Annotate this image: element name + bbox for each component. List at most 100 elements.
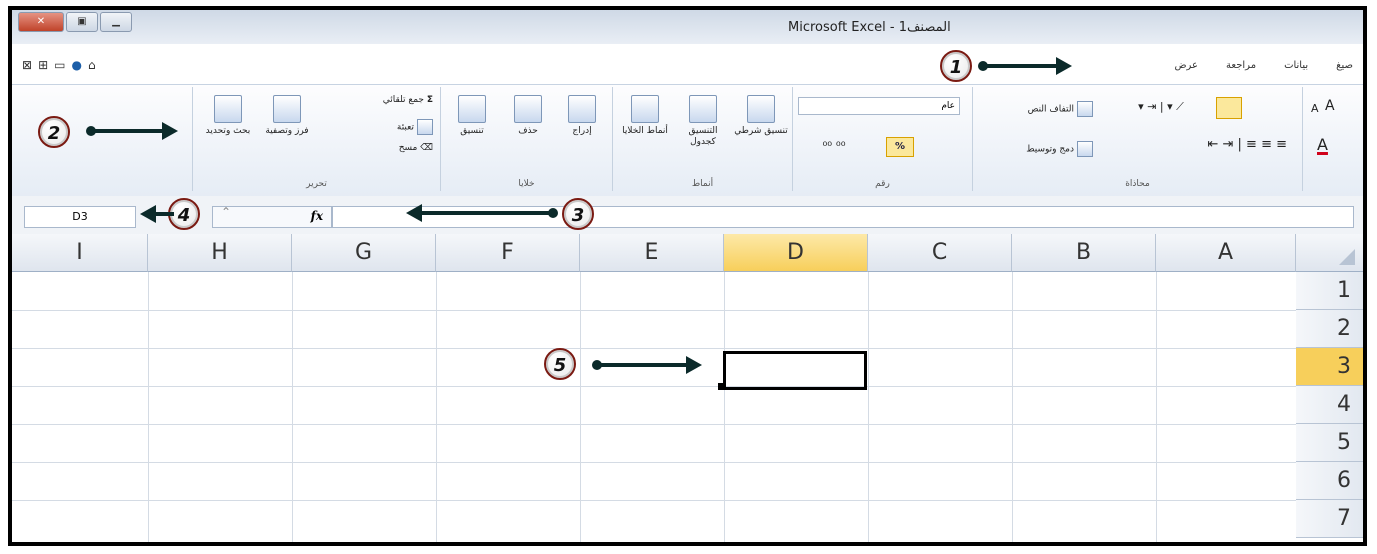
tab-formulas[interactable]: صيغ (1336, 60, 1353, 71)
grid-line (12, 424, 1296, 425)
callout-3: 3 (562, 198, 594, 230)
wrap-text-icon (1077, 101, 1093, 117)
qat-icon-2[interactable]: ⊞ (38, 58, 48, 72)
formula-input[interactable] (332, 206, 1354, 228)
sigma-icon: Σ (426, 95, 433, 105)
column-header-F[interactable]: F (436, 234, 580, 272)
insert-function-button[interactable]: fx (311, 209, 323, 223)
row-header-5[interactable]: 5 (1296, 424, 1363, 462)
qat-icon-1[interactable]: ⊠ (22, 58, 32, 72)
orientation-buttons[interactable]: ▾ ⇥ | ▾ ⟋ (1111, 101, 1211, 112)
column-header-G[interactable]: G (292, 234, 436, 272)
row-header-6[interactable]: 6 (1296, 462, 1363, 500)
find-select-label: بحث وتحديد (205, 126, 251, 136)
binoculars-icon (214, 95, 242, 123)
fill-label: تعبئة (396, 122, 414, 133)
insert-cells-icon (568, 95, 596, 123)
quick-access-toolbar: ⊠ ⊞ ▭ ● ⌂ (22, 58, 96, 72)
callout-5: 5 (544, 348, 576, 380)
help-icon[interactable]: ● (71, 58, 81, 72)
insert-cells-label: إدراج (572, 126, 592, 136)
column-header-C[interactable]: C (868, 234, 1012, 272)
cell-styles-label: أنماط الخلايا (622, 126, 668, 136)
grid-line (12, 386, 1296, 387)
format-as-table-button[interactable]: التنسيق كجدول (675, 95, 731, 148)
name-box[interactable]: D3 (24, 206, 136, 228)
minimize-button[interactable]: ▁ (100, 12, 132, 32)
merge-center-button[interactable]: دمج وتوسيط (979, 141, 1093, 157)
clear-label: مسح (398, 143, 418, 153)
merge-center-label: دمج وتوسيط (1026, 144, 1074, 155)
sort-filter-button[interactable]: فرز وتصفية (259, 95, 315, 137)
fill-down-icon (417, 119, 433, 135)
ribbon-tabs: صيغ بيانات مراجعة عرض (1174, 60, 1353, 71)
group-editing: بحث وتحديد فرز وتصفية جمع تلقائي Σ تعبئة… (192, 87, 440, 191)
cancel-icon[interactable]: ⌃ (221, 205, 231, 219)
row-header-2[interactable]: 2 (1296, 310, 1363, 348)
autosum-button[interactable]: جمع تلقائي Σ (323, 95, 433, 106)
column-header-I[interactable]: I (12, 234, 148, 272)
delete-cells-label: حذف (518, 126, 538, 136)
autosum-label: جمع تلقائي (382, 95, 424, 105)
window-title: Microsoft Excel - المصنف1 (788, 20, 951, 35)
cells-group-label: خلايا (518, 179, 535, 189)
number-format-select[interactable]: عام (798, 97, 960, 115)
conditional-format-button[interactable]: تنسيق شرطي (733, 95, 789, 137)
restore-button[interactable]: ▣ (66, 12, 98, 32)
worksheet-grid: I H G F E D C B A 1 2 3 4 5 6 7 (12, 234, 1363, 542)
tab-view[interactable]: عرض (1174, 60, 1198, 71)
format-cells-button[interactable]: تنسيق (447, 95, 497, 137)
row-header-4[interactable]: 4 (1296, 386, 1363, 424)
percent-style-button[interactable]: % (886, 137, 914, 157)
callout-1: 1 (940, 50, 972, 82)
cell-styles-button[interactable]: أنماط الخلايا (617, 95, 673, 137)
align-middle-button[interactable] (1216, 97, 1242, 119)
align-buttons[interactable]: ⇤ ⇥ | ≡ ≡ ≡ (1111, 138, 1287, 151)
column-header-H[interactable]: H (148, 234, 292, 272)
cell-styles-icon (631, 95, 659, 123)
row-header-3[interactable]: 3 (1296, 348, 1363, 386)
clear-button[interactable]: مسح ⌫ (323, 143, 433, 154)
window-controls: ✕ ▣ ▁ (18, 12, 132, 32)
insert-cells-button[interactable]: إدراج (557, 95, 607, 137)
fill-button[interactable]: تعبئة (323, 119, 433, 135)
column-header-B[interactable]: B (1012, 234, 1156, 272)
tab-review[interactable]: مراجعة (1226, 60, 1256, 71)
conditional-format-icon (747, 95, 775, 123)
column-header-D[interactable]: D (724, 234, 868, 272)
column-header-A[interactable]: A (1156, 234, 1296, 272)
grid-line (580, 272, 581, 542)
callout-4-arrow (140, 205, 174, 223)
column-header-E[interactable]: E (580, 234, 724, 272)
row-header-1[interactable]: 1 (1296, 272, 1363, 310)
grid-line (724, 272, 725, 542)
format-cells-label: تنسيق (460, 126, 484, 136)
styles-group-label: أنماط (691, 179, 714, 189)
formula-bar: D3 ⌃ fx (12, 196, 1363, 235)
tab-data[interactable]: بيانات (1284, 60, 1308, 71)
formula-controls: ⌃ fx (212, 205, 332, 228)
qat-icon-5[interactable]: ⌂ (88, 58, 96, 72)
sort-filter-label: فرز وتصفية (265, 126, 309, 136)
active-cell-D3[interactable] (723, 351, 867, 390)
find-select-button[interactable]: بحث وتحديد (201, 95, 255, 137)
grid-line (12, 348, 1296, 349)
select-all-button[interactable] (1296, 234, 1363, 272)
shrink-font-button[interactable]: A (1311, 103, 1319, 114)
eraser-icon: ⌫ (420, 143, 433, 153)
conditional-format-label: تنسيق شرطي (734, 126, 788, 136)
decimal-buttons[interactable]: ⁰⁰ ⁰⁰ (804, 140, 864, 152)
fill-handle[interactable] (718, 383, 725, 390)
delete-cells-button[interactable]: حذف (503, 95, 553, 137)
font-color-button[interactable]: A (1317, 137, 1328, 153)
close-button[interactable]: ✕ (18, 12, 64, 32)
grid-line (1156, 272, 1157, 542)
group-cells: تنسيق حذف إدراج خلايا (440, 87, 612, 191)
grow-font-button[interactable]: A (1325, 99, 1335, 113)
merge-icon (1077, 141, 1093, 157)
format-icon (458, 95, 486, 123)
row-header-7[interactable]: 7 (1296, 500, 1363, 538)
wrap-text-button[interactable]: التفاف النص (989, 101, 1093, 117)
group-alignment: التفاف النص دمج وتوسيط ⇤ ⇥ | ≡ ≡ ≡ ▾ ⇥ |… (972, 87, 1302, 191)
qat-icon-3[interactable]: ▭ (54, 58, 65, 72)
